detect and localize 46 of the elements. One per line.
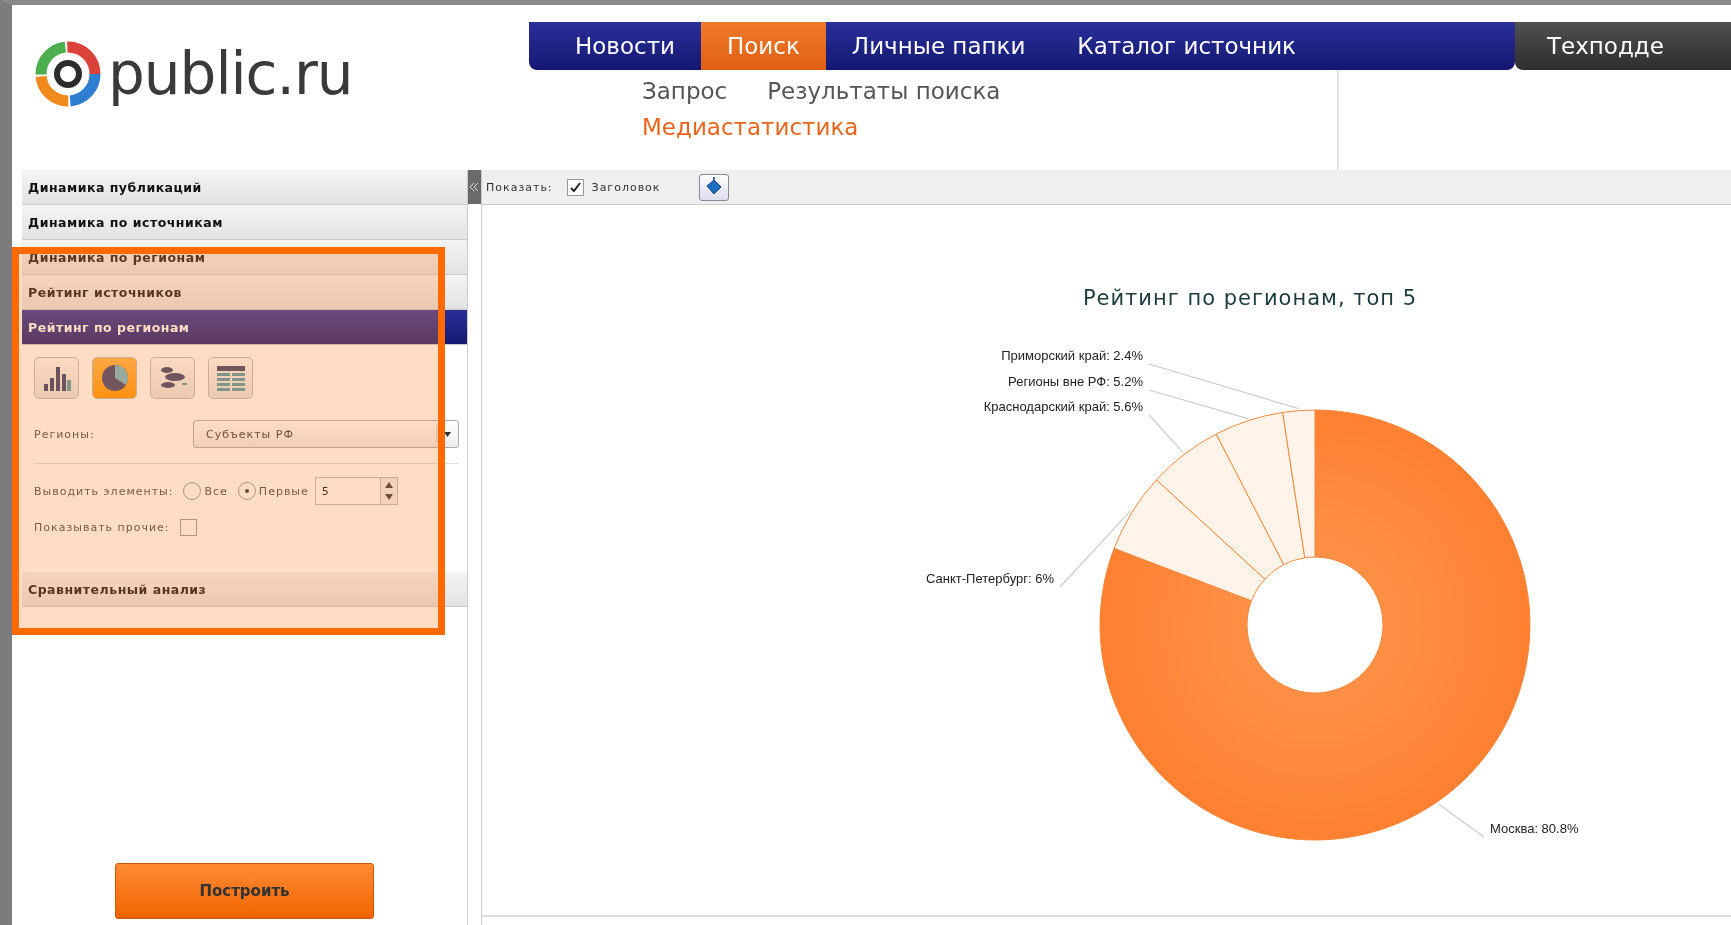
nav-tab[interactable]: Личные папки — [825, 22, 1052, 70]
logo-icon — [34, 39, 102, 108]
subnav-link[interactable]: Запрос — [642, 78, 728, 104]
chart-type-button[interactable] — [34, 357, 79, 399]
subnav-link[interactable]: Результаты поиска — [767, 78, 1001, 104]
radio-button[interactable] — [237, 482, 256, 500]
checkbox[interactable] — [179, 518, 197, 536]
chart-title: Рейтинг по регионам, топ 5 — [1082, 286, 1418, 310]
accordion-header[interactable]: Динамика публикаций — [22, 170, 467, 205]
paint-bucket-button[interactable] — [698, 173, 729, 201]
nav-tab[interactable]: Техподде — [1515, 22, 1731, 70]
slice-label: Санкт-Петербург: 6% — [926, 571, 1054, 586]
slice-label: Приморский край: 2.4% — [1001, 348, 1143, 363]
leader-line — [1437, 803, 1485, 838]
chart-type-button[interactable] — [150, 357, 195, 399]
show-label: Показать: — [486, 180, 553, 194]
slice-label: Регионы вне РФ: 5.2% — [1008, 374, 1143, 389]
output-label: Выводить элементы: — [34, 484, 174, 498]
count-spin-field[interactable]: 5 — [314, 477, 398, 505]
slice-label: Москва: 80.8% — [1490, 821, 1579, 836]
show-other-label: Показывать прочие: — [34, 520, 170, 534]
chart-type-button[interactable] — [208, 357, 253, 399]
nav-tab[interactable]: Каталог источник — [1051, 22, 1322, 70]
slice-label: Краснодарский край: 5.6% — [983, 399, 1143, 414]
build-button[interactable]: Построить — [115, 863, 374, 919]
accordion-header[interactable]: Рейтинг по регионам — [22, 310, 467, 345]
checkbox[interactable] — [566, 178, 584, 196]
count-input[interactable]: 5 — [315, 478, 380, 504]
pie-chart-icon — [99, 363, 130, 393]
accordion-header[interactable]: Динамика по регионам — [22, 240, 467, 275]
nav-tab[interactable]: Новости — [549, 22, 701, 70]
collapse-handle[interactable] — [468, 170, 481, 204]
table-icon — [215, 365, 246, 391]
logo-text: public.ru — [108, 39, 353, 108]
radio-label: Первые — [258, 484, 309, 498]
accordion-header[interactable]: Динамика по источникам — [22, 205, 467, 240]
regions-dropdown[interactable]: Субъекты РФ — [193, 420, 459, 448]
double-chevron-icon — [470, 183, 479, 191]
accordion-header[interactable]: Сравнительный анализ — [22, 572, 467, 607]
radio-button[interactable] — [183, 482, 202, 500]
accordion-header[interactable]: Рейтинг источников — [22, 275, 467, 310]
checkbox-label: Заголовок — [591, 180, 661, 194]
regions-label: Регионы: — [34, 427, 95, 441]
bar-chart-icon — [41, 364, 72, 392]
chart-type-button[interactable] — [92, 357, 137, 399]
radio-label: Все — [204, 484, 228, 498]
